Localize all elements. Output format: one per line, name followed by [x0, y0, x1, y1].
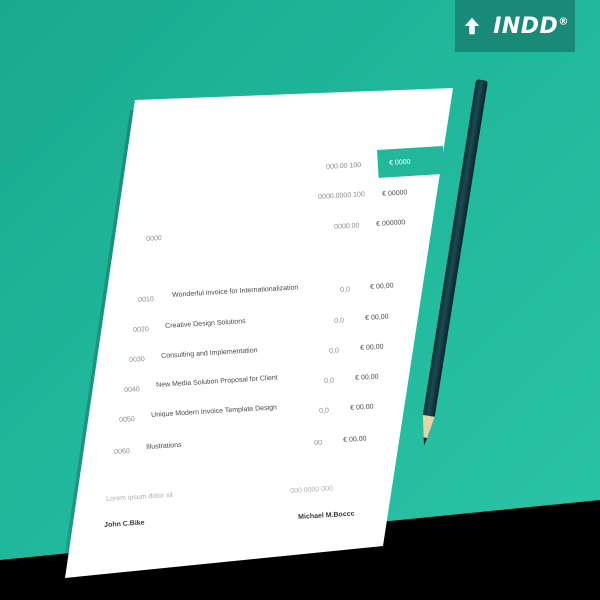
item-qty: 0,0: [334, 317, 345, 325]
indd-badge[interactable]: INDD®: [455, 0, 575, 52]
scene: INDD® 000.00 100 € 0000 0000.0000 100 € …: [0, 0, 600, 600]
item-price: € 00,00: [343, 435, 367, 444]
item-price: € 00,00: [365, 313, 389, 322]
item-no: 0050: [119, 416, 135, 424]
item-price: € 00,00: [355, 373, 379, 382]
item-qty: 0,0: [329, 347, 340, 355]
arrow-up-icon: [464, 17, 480, 35]
total-value-1: € 0000: [389, 158, 411, 167]
item-price: € 00,00: [360, 343, 384, 352]
item-no: 0010: [138, 296, 154, 304]
item-no: 0060: [114, 448, 130, 456]
pencil-lead: [422, 437, 427, 446]
section-label: 0000: [146, 235, 162, 243]
item-no: 0040: [124, 386, 140, 394]
item-qty: 0,0: [340, 286, 351, 294]
item-no: 0030: [129, 356, 145, 364]
item-price: € 00,00: [370, 282, 394, 291]
item-no: 0020: [133, 326, 149, 334]
total-highlight-box: [377, 145, 445, 178]
item-price: € 00,00: [350, 403, 374, 412]
badge-label: INDD®: [493, 13, 569, 39]
item-qty: 0,0: [319, 407, 330, 415]
item-qty: 00: [314, 439, 323, 447]
item-qty: 0,0: [324, 377, 335, 385]
